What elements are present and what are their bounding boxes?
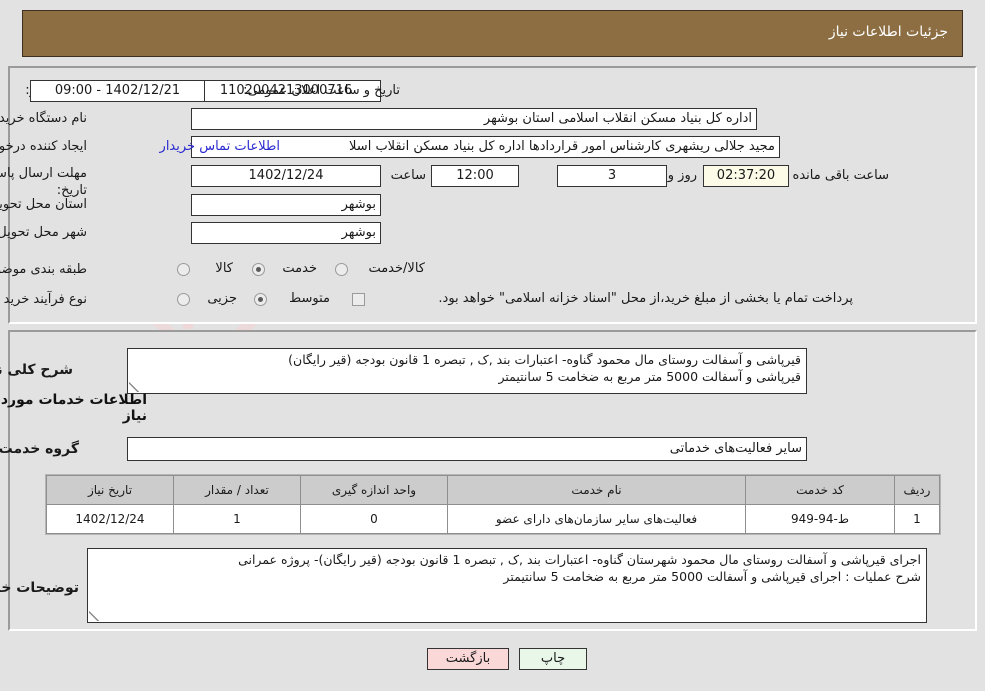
- td-code: ط-94-949: [745, 504, 895, 534]
- general-description-value[interactable]: قیرپاشی و آسفالت روستای مال محمود گناوه-…: [127, 348, 807, 394]
- back-button[interactable]: بازگشت: [427, 648, 509, 670]
- service-group-value: سایر فعالیت‌های خدماتی: [127, 437, 807, 461]
- service-group-label: گروه خدمت:: [0, 441, 79, 457]
- services-table: ردیف کد خدمت نام خدمت واحد اندازه گیری ت…: [46, 475, 940, 534]
- need-info-panel: [8, 66, 977, 324]
- td-quantity: 1: [173, 504, 301, 534]
- deadline-hour-label: ساعت: [390, 168, 426, 183]
- public-announce-label: تاریخ و ساعت اعلان عمومی:: [243, 83, 400, 98]
- deadline-label-line1: مهلت ارسال پاسخ: تا: [0, 166, 87, 181]
- td-unit: 0: [300, 504, 448, 534]
- process-label-motevaset[interactable]: متوسط: [289, 291, 330, 306]
- process-radio-motevaset[interactable]: [254, 293, 267, 306]
- category-label-kala-khedmat[interactable]: کالا/خدمت: [368, 261, 425, 276]
- page-root: AniaTender.net جزئیات اطلاعات نیاز شماره…: [0, 0, 985, 691]
- remaining-time-value: 02:37:20: [703, 165, 789, 187]
- th-row: ردیف: [894, 475, 940, 505]
- deadline-date-value: 1402/12/24: [191, 165, 381, 187]
- process-label-jozii[interactable]: جزیی: [207, 291, 237, 306]
- category-radio-khedmat[interactable]: [252, 263, 265, 276]
- page-title-bar: جزئیات اطلاعات نیاز: [22, 10, 963, 57]
- treasury-docs-note: پرداخت تمام یا بخشی از مبلغ خرید،از محل …: [438, 291, 853, 306]
- page-title: جزئیات اطلاعات نیاز: [828, 24, 948, 40]
- remaining-days-value: 3: [557, 165, 667, 187]
- requester-label: ایجاد کننده درخواست:: [0, 139, 87, 154]
- th-quantity: تعداد / مقدار: [173, 475, 301, 505]
- th-unit: واحد اندازه گیری: [300, 475, 448, 505]
- deadline-hour-value: 12:00: [431, 165, 519, 187]
- province-label: استان محل تحویل:: [0, 197, 87, 212]
- category-label: طبقه بندی موضوعی:: [0, 262, 87, 277]
- buyer-org-label: نام دستگاه خریدار:: [0, 111, 87, 126]
- province-value: بوشهر: [191, 194, 381, 216]
- th-name: نام خدمت: [447, 475, 746, 505]
- category-label-kala[interactable]: کالا: [215, 261, 233, 276]
- remaining-days-label: روز و: [667, 168, 697, 183]
- buyer-notes-label: توضیحات خریدار:: [0, 580, 79, 596]
- table-header-row: ردیف کد خدمت نام خدمت واحد اندازه گیری ت…: [46, 475, 940, 505]
- category-radio-kala-khedmat[interactable]: [335, 263, 348, 276]
- public-announce-value: 1402/12/21 - 09:00: [30, 80, 205, 102]
- category-radio-kala[interactable]: [177, 263, 190, 276]
- th-code: کد خدمت: [745, 475, 895, 505]
- td-row: 1: [894, 504, 940, 534]
- td-date: 1402/12/24: [46, 504, 174, 534]
- buyer-contact-link[interactable]: اطلاعات تماس خریدار: [160, 139, 280, 154]
- general-description-label: شرح کلی نیاز:: [0, 362, 73, 378]
- th-date: تاریخ نیاز: [46, 475, 174, 505]
- process-label: نوع فرآیند خرید :: [0, 292, 87, 307]
- services-section-heading: اطلاعات خدمات مورد نیاز: [0, 392, 147, 424]
- city-label: شهر محل تحویل:: [0, 225, 87, 240]
- category-label-khedmat[interactable]: خدمت: [282, 261, 317, 276]
- td-name: فعالیت‌های سایر سازمان‌های دارای عضو: [447, 504, 746, 534]
- table-row: 1 ط-94-949 فعالیت‌های سایر سازمان‌های دا…: [46, 504, 940, 534]
- process-radio-jozii[interactable]: [177, 293, 190, 306]
- deadline-label-line2: تاریخ:: [56, 183, 87, 198]
- remaining-time-suffix-label: ساعت باقی مانده: [792, 168, 889, 183]
- treasury-docs-checkbox[interactable]: [352, 293, 365, 306]
- buyer-notes-value[interactable]: اجرای قیرپاشی و آسفالت روستای مال محمود …: [87, 548, 927, 623]
- city-value: بوشهر: [191, 222, 381, 244]
- buyer-org-value: اداره کل بنیاد مسکن انقلاب اسلامی استان …: [191, 108, 757, 130]
- print-button[interactable]: چاپ: [519, 648, 587, 670]
